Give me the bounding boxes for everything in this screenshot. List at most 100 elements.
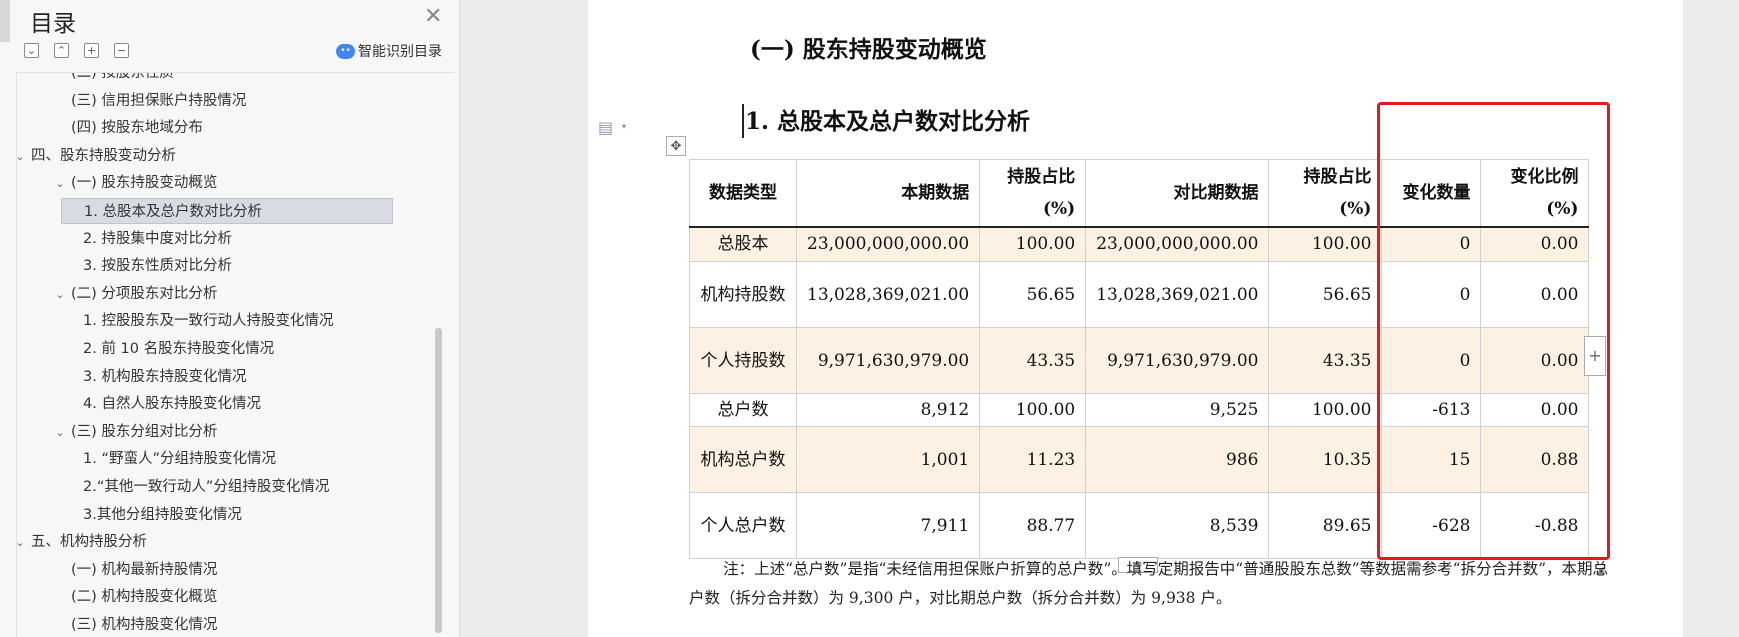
table-footnote: 注：上述“总户数”是指“未经信用担保账户折算的总户数”。填写定期报告中“普通股股… <box>689 560 1608 607</box>
table-cell[interactable]: 43.35 <box>1268 327 1383 394</box>
toc-item[interactable]: 2.“其他一致行动人”分组持股变化情况 <box>83 474 329 500</box>
toc-scrollbar[interactable] <box>435 328 442 633</box>
subsection-heading[interactable]: 1. 总股本及总户数对比分析 <box>745 102 1030 136</box>
table-header-cell: 本期数据 <box>795 159 981 228</box>
toc-item-label: 3. 按股东性质对比分析 <box>83 258 232 275</box>
table-cell[interactable]: 8,539 <box>1085 492 1270 559</box>
smart-recognize-label: 智能识别目录 <box>358 44 442 60</box>
highlight-annotation-box <box>1377 102 1610 560</box>
table-row-label[interactable]: 机构持股数 <box>689 261 797 328</box>
smart-recognize-button[interactable]: •• 智能识别目录 <box>336 41 442 61</box>
toc-item[interactable]: 2. 前 10 名股东持股变化情况 <box>83 336 274 362</box>
toc-sidebar: 目录 ✕ ⌄ ⌃ + − •• 智能识别目录 (二) 按股东性质 (三) 信用担保… <box>0 0 460 637</box>
table-move-icon[interactable]: ✥ <box>666 136 686 156</box>
toc-item-label: 1. 总股本及总户数对比分析 <box>84 204 262 220</box>
table-cell[interactable]: 23,000,000,000.00 <box>795 226 981 262</box>
table-row-label[interactable]: 总股本 <box>689 226 797 262</box>
toc-item[interactable]: (二) 按股东性质 <box>71 72 174 86</box>
toc-item-label: (二) 分项股东对比分析 <box>71 285 218 302</box>
toc-item-label: (三) 股东分组对比分析 <box>71 423 218 440</box>
expand-up-icon[interactable]: ⌃ <box>54 43 69 58</box>
toc-item-label: (三) 机构持股变化情况 <box>71 617 218 633</box>
toc-item[interactable]: 2. 持股集中度对比分析 <box>83 226 232 252</box>
add-column-icon[interactable]: + <box>1584 336 1606 376</box>
table-cell[interactable]: 43.35 <box>979 327 1087 394</box>
chevron-down-icon[interactable]: ⌄ <box>17 144 27 170</box>
collapse-all-icon[interactable]: ⌄ <box>24 43 39 58</box>
table-cell[interactable]: 23,000,000,000.00 <box>1085 226 1270 262</box>
table-header-cell: 对比期数据 <box>1085 159 1270 228</box>
toc-item-label: 五、机构持股分析 <box>31 534 147 551</box>
table-cell[interactable]: 56.65 <box>1268 261 1383 328</box>
table-cell[interactable]: 1,001 <box>795 426 981 493</box>
chevron-down-icon[interactable]: ⌄ <box>53 171 67 197</box>
chevron-down-icon[interactable]: ⌄ <box>53 420 67 446</box>
toc-item-label: 2.“其他一致行动人”分组持股变化情况 <box>83 479 330 495</box>
table-header-cell: 持股占比(%) <box>979 159 1087 228</box>
toc-item-label: 四、股东持股变动分析 <box>31 147 176 164</box>
toc-item[interactable]: (四) 按股东地域分布 <box>71 115 203 141</box>
remove-icon[interactable]: − <box>114 43 129 58</box>
table-cell[interactable]: 100.00 <box>979 226 1087 262</box>
toc-item[interactable]: ⌄ 五、机构持股分析 <box>17 529 147 556</box>
table-header-cell: 数据类型 <box>689 159 797 228</box>
table-cell[interactable]: 986 <box>1085 426 1270 493</box>
toc-item[interactable]: 1. 总股本及总户数对比分析 <box>61 198 393 224</box>
text-cursor <box>742 104 744 138</box>
table-cell[interactable]: 8,912 <box>795 393 981 427</box>
section-heading: (一) 股东持股变动概览 <box>750 36 987 63</box>
table-cell[interactable]: 56.65 <box>979 261 1087 328</box>
toc-item[interactable]: ⌄ (一) 股东持股变动概览 <box>53 170 217 196</box>
table-row-label[interactable]: 个人持股数 <box>689 327 797 394</box>
table-cell[interactable]: 13,028,369,021.00 <box>795 261 981 328</box>
toc-item-label: 4. 自然人股东持股变化情况 <box>83 396 261 413</box>
table-cell[interactable]: 89.65 <box>1268 492 1383 559</box>
toc-item-label: (二) 按股东性质 <box>71 72 174 81</box>
close-icon[interactable]: ✕ <box>424 4 442 29</box>
table-cell[interactable]: 9,971,630,979.00 <box>1085 327 1270 394</box>
toc-item[interactable]: 1. 控股股东及一致行动人持股变化情况 <box>83 308 333 334</box>
table-cell[interactable]: 9,525 <box>1085 393 1270 427</box>
toc-item[interactable]: ⌄ (二) 分项股东对比分析 <box>53 281 217 307</box>
chevron-down-icon[interactable]: ⌄ <box>17 530 27 556</box>
toc-item-label: (四) 按股东地域分布 <box>71 120 203 137</box>
table-cell[interactable]: 10.35 <box>1268 426 1383 493</box>
table-cell[interactable]: 100.00 <box>1268 226 1383 262</box>
toc-item-label: 2. 持股集中度对比分析 <box>83 230 232 247</box>
toc-item-label: (一) 机构最新持股情况 <box>71 561 218 578</box>
table-row-label[interactable]: 总户数 <box>689 393 797 427</box>
add-icon[interactable]: + <box>84 43 99 58</box>
toc-item[interactable]: 3. 按股东性质对比分析 <box>83 253 232 279</box>
toc-tree: (二) 按股东性质 (三) 信用担保账户持股情况 (四) 按股东地域分布 ⌄ 四、股东持… <box>16 72 454 637</box>
chevron-down-icon[interactable]: ⌄ <box>53 282 67 308</box>
toc-item-label: 3.其他分组持股变化情况 <box>83 506 242 523</box>
toc-item[interactable]: 1. “野蛮人”分组持股变化情况 <box>83 446 276 472</box>
smart-recognize-icon: •• <box>336 43 355 59</box>
table-cell[interactable]: 11.23 <box>979 426 1087 493</box>
table-row-label[interactable]: 机构总户数 <box>689 426 797 493</box>
toc-item[interactable]: 4. 自然人股东持股变化情况 <box>83 391 261 417</box>
toc-item-label: 1. “野蛮人”分组持股变化情况 <box>83 451 276 468</box>
table-cell[interactable]: 100.00 <box>1268 393 1383 427</box>
toc-item[interactable]: (二) 机构持股变化概览 <box>71 584 217 610</box>
table-cell[interactable]: 7,911 <box>795 492 981 559</box>
toc-item[interactable]: (三) 机构持股变化情况 <box>71 612 217 637</box>
toc-item[interactable]: (一) 机构最新持股情况 <box>71 557 217 583</box>
toc-item[interactable]: (三) 信用担保账户持股情况 <box>71 88 246 114</box>
toc-item[interactable]: 3.其他分组持股变化情况 <box>83 502 242 528</box>
table-cell[interactable]: 100.00 <box>979 393 1087 427</box>
table-cell[interactable]: 88.77 <box>979 492 1087 559</box>
chevron-down-icon[interactable]: ▾ <box>622 122 626 131</box>
toc-item-label: 1. 控股股东及一致行动人持股变化情况 <box>83 313 334 330</box>
toc-item[interactable]: ⌄ (三) 股东分组对比分析 <box>53 419 217 445</box>
table-cell[interactable]: 9,971,630,979.00 <box>795 327 981 394</box>
toc-item-label: (二) 机构持股变化概览 <box>71 589 218 606</box>
table-header-cell: 持股占比(%) <box>1268 159 1383 228</box>
toc-item[interactable]: 3. 机构股东持股变化情况 <box>83 364 246 390</box>
table-cell[interactable]: 13,028,369,021.00 <box>1085 261 1270 328</box>
toc-item[interactable]: ⌄ 四、股东持股变动分析 <box>17 143 176 170</box>
sidebar-scroll-indicator[interactable] <box>0 0 10 42</box>
table-row-label[interactable]: 个人总户数 <box>689 492 797 559</box>
toc-item-label: (一) 股东持股变动概览 <box>71 175 218 192</box>
document-icon[interactable]: ▤ <box>598 118 613 137</box>
